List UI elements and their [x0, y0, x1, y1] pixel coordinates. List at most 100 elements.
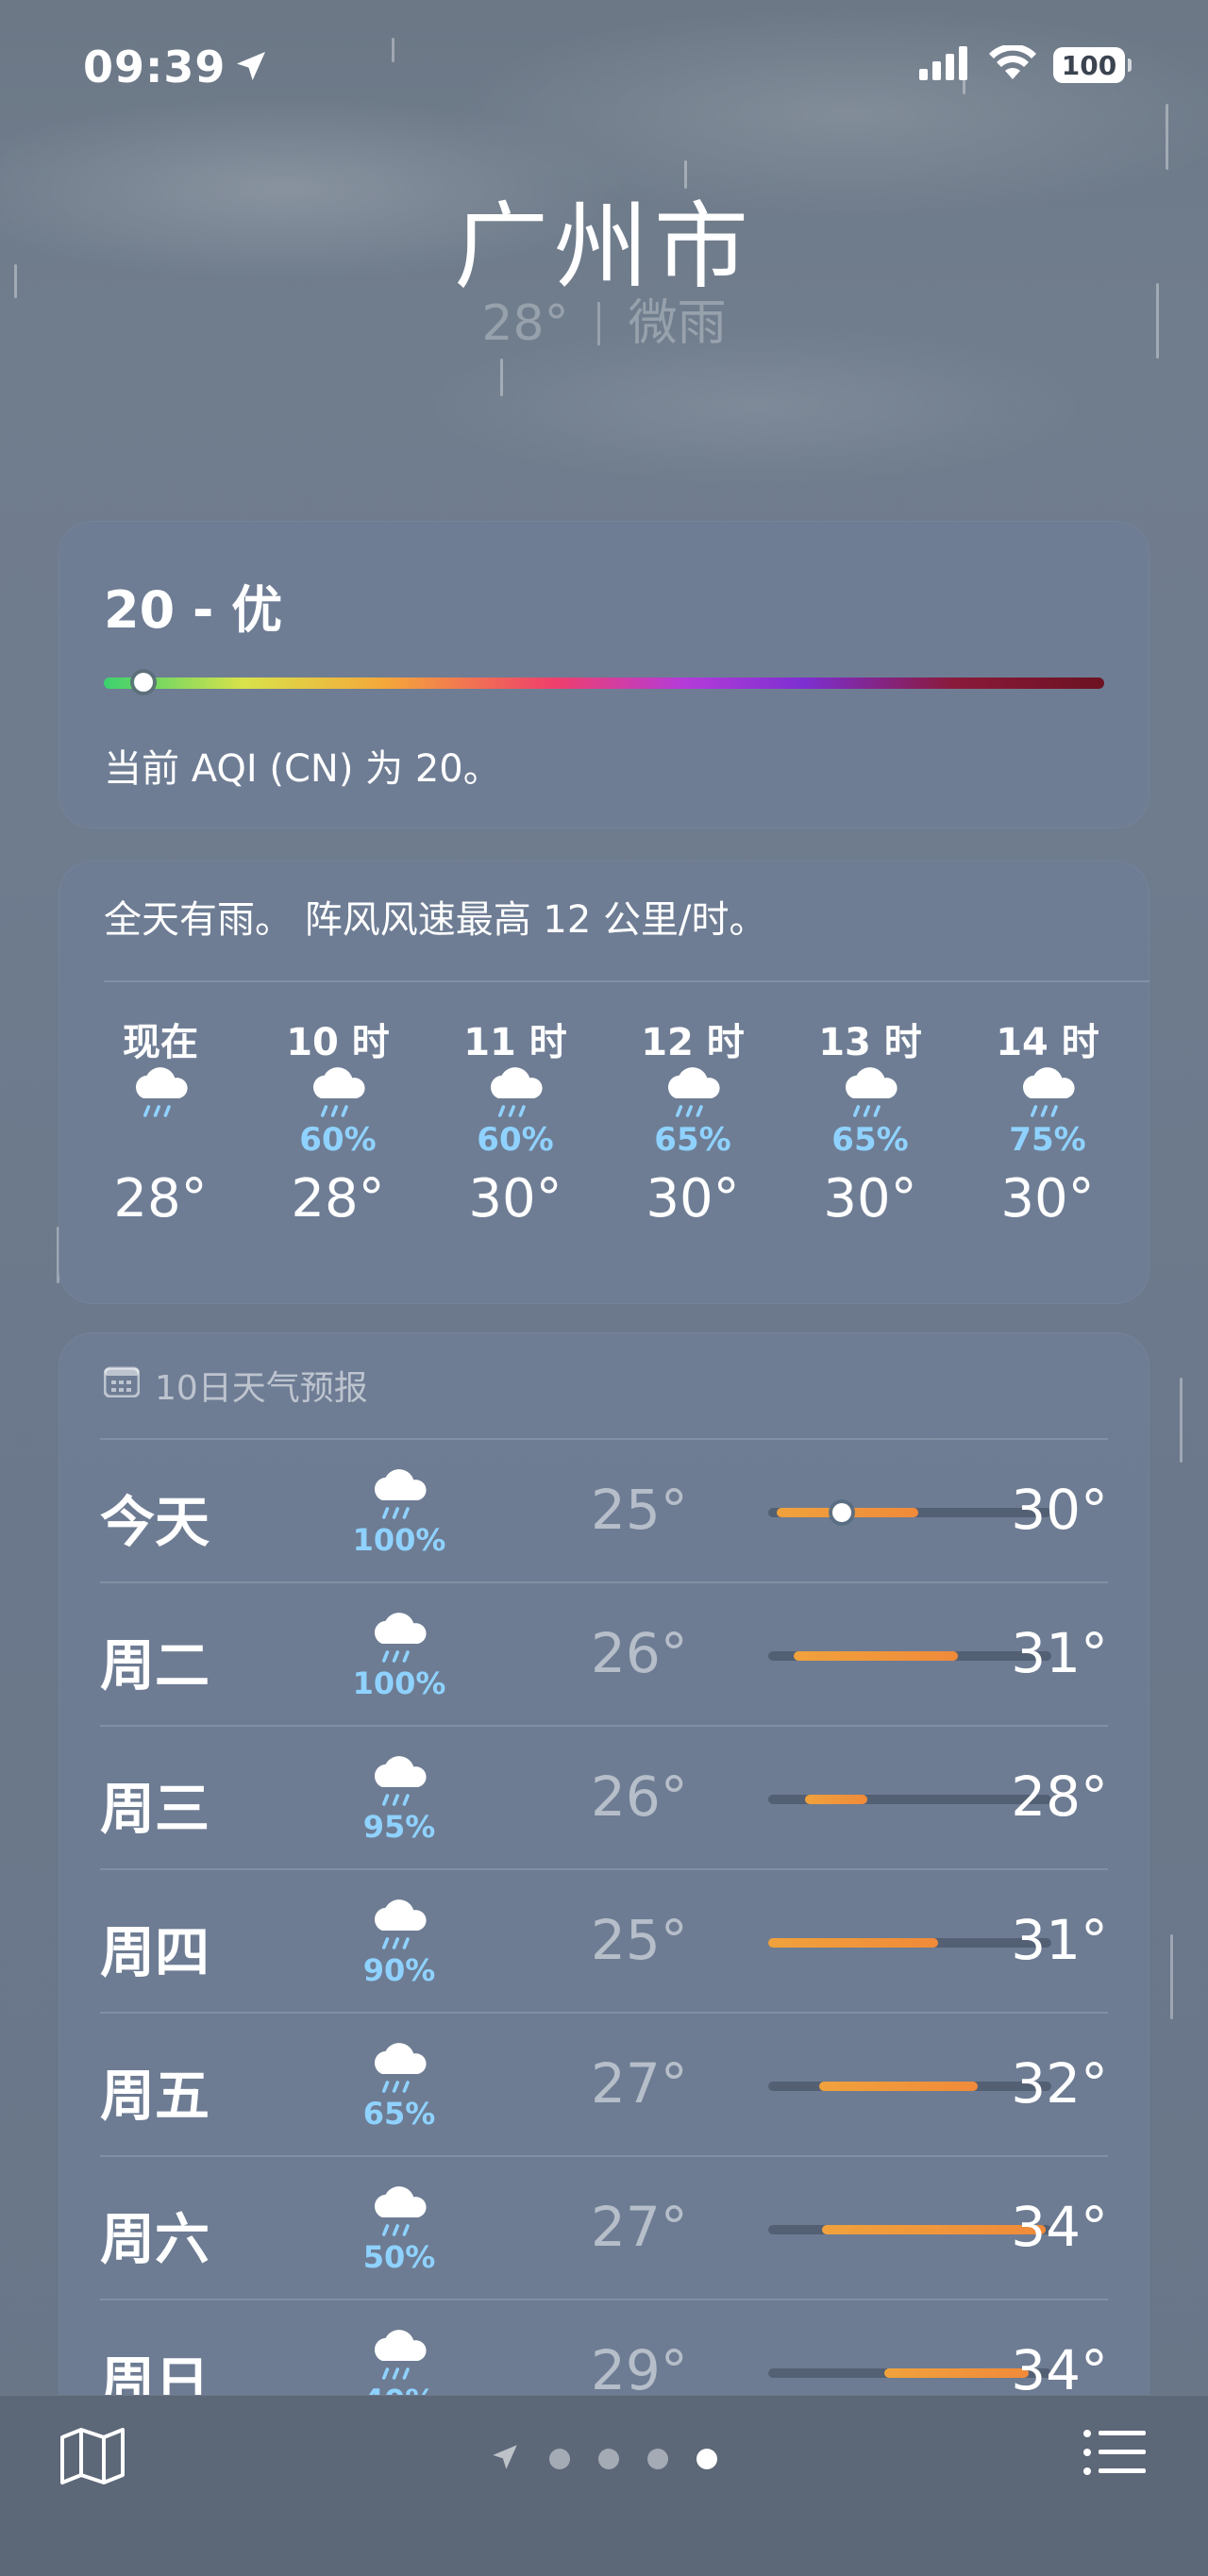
- hourly-summary: 全天有雨。 阵风风速最高 12 公里/时。: [104, 898, 767, 942]
- location-arrow-icon: [232, 47, 270, 89]
- calendar-icon: [103, 1365, 141, 1406]
- day-high: 28°: [1011, 1765, 1108, 1829]
- current-condition: 微雨: [628, 295, 727, 352]
- cloud-rain-icon: [968, 1064, 1127, 1121]
- day-low: 25°: [591, 1908, 688, 1972]
- day-precip: 95%: [362, 1809, 436, 1846]
- temp-range-bar: [819, 2082, 978, 2091]
- temp-range-track: [768, 1651, 1051, 1661]
- temp-range-bar: [884, 2368, 1029, 2378]
- hour-label: 10 时: [286, 1021, 390, 1064]
- temp-range-bar: [794, 1651, 958, 1661]
- day-low: 26°: [591, 1765, 688, 1829]
- current-temp: 28°: [481, 295, 569, 352]
- cloud-rain-icon: 100%: [347, 1610, 451, 1701]
- aqi-description: 当前 AQI (CN) 为 20。: [104, 747, 501, 791]
- temp-range-track: [768, 1795, 1051, 1804]
- current-conditions: 28° 微雨: [0, 283, 1208, 354]
- cloud-rain-icon: [81, 1064, 240, 1121]
- hour-label: 现在: [123, 1021, 198, 1064]
- daily-forecast-card[interactable]: 10日天气预报 今天 100% 25° 30° 周二 100% 26° 31° 周三 95% 26°…: [59, 1332, 1149, 2427]
- status-bar: 09:39 100: [83, 38, 1132, 94]
- battery-icon: 100: [1053, 47, 1132, 83]
- day-low: 25°: [591, 1478, 688, 1542]
- hourly-item: 10 时 60% 28°: [259, 1012, 417, 1229]
- aqi-title: 20 - 优: [104, 580, 283, 640]
- aqi-scale-bar: [104, 673, 1104, 692]
- day-label: 周六: [100, 2207, 210, 2271]
- hour-precip: 60%: [477, 1121, 554, 1159]
- cloud-rain-icon: [791, 1064, 949, 1121]
- map-icon[interactable]: [59, 2426, 126, 2490]
- hour-temp: 30°: [468, 1168, 562, 1229]
- cloud-rain-icon: 100%: [347, 1466, 451, 1558]
- temp-range-track: [768, 1938, 1051, 1948]
- temp-range-track: [768, 2225, 1051, 2234]
- page-indicator[interactable]: [489, 2441, 717, 2477]
- list-icon[interactable]: [1082, 2426, 1148, 2483]
- day-label: 周四: [100, 1920, 210, 1984]
- day-low: 29°: [591, 2338, 688, 2402]
- day-high: 31°: [1011, 1621, 1108, 1685]
- temp-range-bar: [768, 1938, 938, 1948]
- day-precip: 65%: [362, 2096, 436, 2133]
- day-high: 32°: [1011, 2051, 1108, 2116]
- page-dot[interactable]: [647, 2449, 668, 2469]
- daily-row[interactable]: 周三 95% 26° 28°: [100, 1725, 1108, 1868]
- day-label: 周三: [100, 1777, 210, 1841]
- hour-precip: 65%: [654, 1121, 731, 1159]
- hour-temp: 28°: [113, 1168, 208, 1229]
- day-low: 27°: [591, 2195, 688, 2259]
- daily-row[interactable]: 今天 100% 25° 30°: [100, 1438, 1108, 1581]
- hour-precip: 60%: [299, 1121, 377, 1159]
- hourly-item: 11 时 60% 30°: [436, 1012, 595, 1229]
- day-label: 周二: [100, 1633, 210, 1698]
- hour-label: 12 时: [641, 1021, 745, 1064]
- daily-row[interactable]: 周二 100% 26° 31°: [100, 1581, 1108, 1725]
- daily-header: 10日天气预报: [103, 1361, 368, 1410]
- hour-precip: [81, 1121, 240, 1159]
- temp-range-track: [768, 2368, 1051, 2378]
- daily-row[interactable]: 周六 50% 27° 34°: [100, 2155, 1108, 2299]
- cloud-rain-icon: 95%: [347, 1753, 451, 1845]
- signal-icon: [919, 46, 972, 84]
- temp-range-track: [768, 1503, 1051, 1522]
- day-low: 27°: [591, 2051, 688, 2116]
- hourly-forecast-card[interactable]: 全天有雨。 阵风风速最高 12 公里/时。 现在 28° 10 时 60% 28° 11 …: [59, 861, 1149, 1304]
- cloud-rain-icon: [436, 1064, 595, 1121]
- daily-row[interactable]: 周五 65% 27° 32°: [100, 2012, 1108, 2155]
- hour-temp: 28°: [291, 1168, 385, 1229]
- day-low: 26°: [591, 1621, 688, 1685]
- current-temp-marker: [832, 1503, 851, 1522]
- page-dot[interactable]: [549, 2449, 570, 2469]
- wifi-icon: [989, 43, 1036, 85]
- daily-list: 今天 100% 25° 30° 周二 100% 26° 31° 周三 95% 26° 28° 周四 90%…: [100, 1438, 1108, 2427]
- day-high: 34°: [1011, 2338, 1108, 2402]
- day-high: 31°: [1011, 1908, 1108, 1972]
- hour-label: 14 时: [996, 1021, 1099, 1064]
- status-time: 09:39: [83, 42, 226, 92]
- hourly-item: 12 时 65% 30°: [613, 1012, 772, 1229]
- aqi-card[interactable]: 20 - 优 当前 AQI (CN) 为 20。: [59, 521, 1149, 828]
- divider: [104, 980, 1149, 982]
- hour-label: 13 时: [818, 1021, 922, 1064]
- page-dot[interactable]: [696, 2449, 717, 2469]
- cloud-rain-icon: [613, 1064, 772, 1121]
- location-page-icon[interactable]: [489, 2441, 521, 2477]
- page-dot[interactable]: [598, 2449, 619, 2469]
- hourly-list: 现在 28° 10 时 60% 28° 11 时 60% 30° 12 时 65% 30° 13 时 6…: [81, 1012, 1127, 1229]
- daily-row[interactable]: 周四 90% 25° 31°: [100, 1868, 1108, 2012]
- day-high: 30°: [1011, 1478, 1108, 1542]
- hour-temp: 30°: [823, 1168, 917, 1229]
- hourly-item: 现在 28°: [81, 1012, 240, 1229]
- hourly-item: 14 时 75% 30°: [968, 1012, 1127, 1229]
- cloud-rain-icon: 50%: [347, 2183, 451, 2275]
- day-label: 周五: [100, 2064, 210, 2128]
- hour-precip: 65%: [831, 1121, 909, 1159]
- day-label: 今天: [100, 1490, 210, 1554]
- day-precip: 100%: [352, 1522, 446, 1559]
- hourly-item: 13 时 65% 30°: [791, 1012, 949, 1229]
- daily-title: 10日天气预报: [155, 1369, 368, 1408]
- day-precip: 90%: [362, 1952, 436, 1989]
- aqi-indicator: [134, 673, 154, 692]
